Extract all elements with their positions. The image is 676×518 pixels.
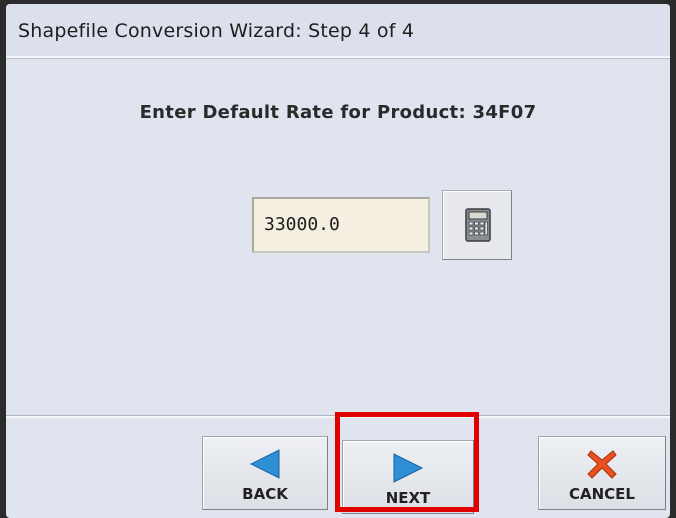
calculator-button[interactable] (442, 190, 512, 260)
back-label: BACK (242, 485, 288, 503)
footer-divider (6, 416, 670, 418)
calculator-icon (465, 208, 491, 242)
arrow-right-icon (393, 453, 424, 483)
next-label: NEXT (385, 489, 431, 507)
x-icon (587, 450, 617, 479)
default-rate-input[interactable]: 33000.0 (252, 197, 430, 253)
rate-prompt: Enter Default Rate for Product: 34F07 (139, 102, 537, 123)
back-button[interactable]: BACK (202, 436, 328, 510)
window-title: Shapefile Conversion Wizard: Step 4 of 4 (18, 20, 415, 42)
wizard-screen: Shapefile Conversion Wizard: Step 4 of 4… (6, 4, 670, 518)
arrow-left-icon (249, 449, 280, 479)
cancel-button[interactable]: CANCEL (538, 436, 666, 510)
cancel-label: CANCEL (569, 485, 635, 503)
next-button[interactable]: NEXT (342, 440, 474, 514)
title-bar: Shapefile Conversion Wizard: Step 4 of 4 (6, 4, 670, 58)
